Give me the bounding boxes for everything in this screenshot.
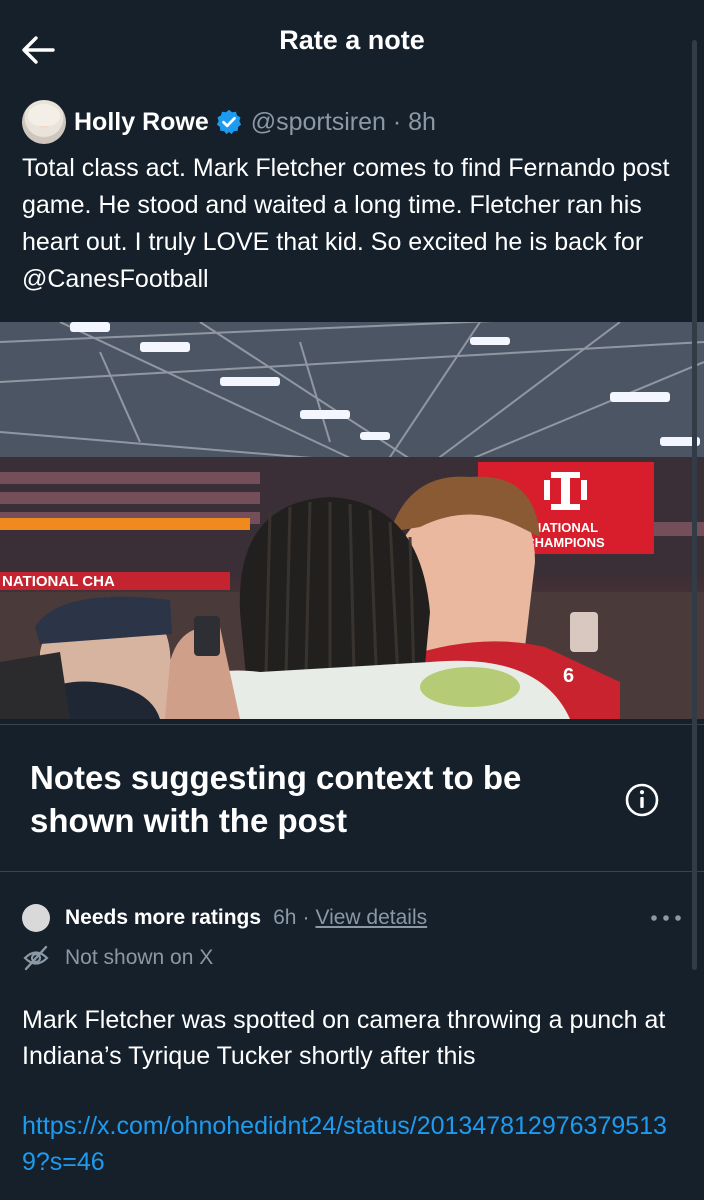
verified-badge-icon [216,109,241,135]
status-dot [22,904,50,932]
author-name[interactable]: Holly Rowe [74,108,209,137]
divider [0,724,704,725]
note-visibility-row: Not shown on X [22,942,213,974]
notes-section-title: Notes suggesting context to be shown wit… [30,759,522,839]
note-source-link[interactable]: https://x.com/ohnohedidnt24/status/20134… [22,1108,682,1180]
stadium-scene: NATIONAL CHA NATIONAL CHAMPIONS 6 [0,322,704,719]
jersey-number: 6 [563,665,574,687]
visibility-status: Not shown on X [65,946,214,969]
tweet-text: Total class act. Mark Fletcher comes to … [22,154,670,293]
back-button[interactable] [14,26,62,74]
more-horizontal-icon[interactable] [644,906,688,930]
top-bar: Rate a note [0,0,704,92]
tweet-header: Holly Rowe @sportsiren · 8h [22,98,436,146]
page-title: Rate a note [279,24,425,55]
tweet-photo[interactable]: NATIONAL CHA NATIONAL CHAMPIONS 6 [0,322,704,719]
banner-line2: CHAMPIONS [525,535,605,550]
ribbon-left-text: NATIONAL CHA [2,573,115,590]
handle-and-time: @sportsiren · 8h [250,107,436,136]
arrow-left-icon [22,36,55,64]
note-status-row: Needs more ratings 6h · View details [22,900,427,936]
note-text: Mark Fletcher was spotted on camera thro… [22,1006,666,1070]
scrollbar[interactable] [692,40,697,970]
banner-line1: NATIONAL [532,520,598,535]
info-icon[interactable] [622,780,662,820]
avatar[interactable] [22,100,66,144]
separator: · [302,906,310,929]
divider [0,871,704,872]
note-age: 6h [273,906,297,929]
note-status: Needs more ratings [65,906,262,929]
eye-off-icon [23,945,49,971]
view-details-link[interactable]: View details [315,906,427,930]
